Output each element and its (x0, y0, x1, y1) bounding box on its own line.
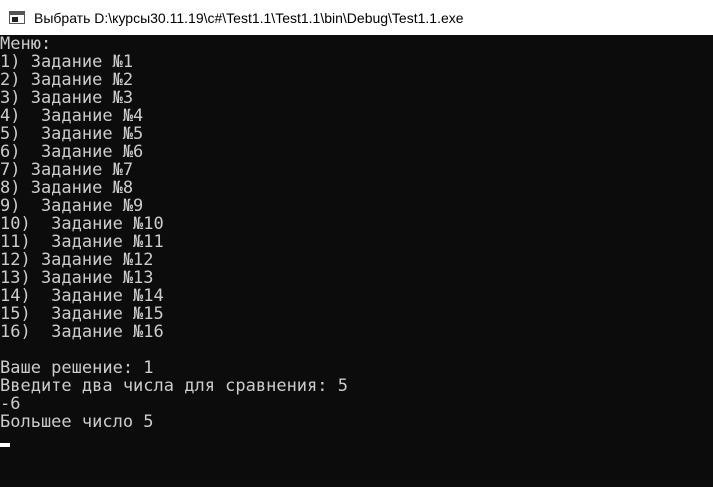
console-app-icon (9, 11, 25, 24)
console-line: 7) Задание №7 (0, 160, 134, 180)
console-line: 12) Задание №12 (0, 250, 154, 270)
console-line: 16) Задание №16 (0, 322, 164, 342)
console-line: Меню: (0, 35, 52, 54)
text-cursor (0, 443, 10, 447)
console-line: 10) Задание №10 (0, 214, 164, 234)
console-line: Введите два числа для сравнения: 5 (0, 376, 348, 396)
console-line: Большее число 5 (0, 412, 154, 432)
title-bar[interactable]: Выбрать D:\курсы30.11.19\с#\Test1.1\Test… (0, 0, 713, 35)
console-line: 2) Задание №2 (0, 70, 134, 90)
console-line: 5) Задание №5 (0, 124, 144, 144)
window-title: Выбрать D:\курсы30.11.19\с#\Test1.1\Test… (34, 9, 464, 26)
console-line: -6 (0, 394, 21, 414)
console-line: 9) Задание №9 (0, 196, 144, 216)
console-line: 11) Задание №11 (0, 232, 164, 252)
console-line: 6) Задание №6 (0, 142, 144, 162)
console-line: 14) Задание №14 (0, 286, 164, 306)
console-line: 3) Задание №3 (0, 88, 134, 108)
console-line: 13) Задание №13 (0, 268, 154, 288)
console-line: 8) Задание №8 (0, 178, 134, 198)
console-line: 1) Задание №1 (0, 52, 134, 72)
console-line: 15) Задание №15 (0, 304, 164, 324)
console-output[interactable]: Меню: 1) Задание №1 2) Задание №2 3) Зад… (0, 35, 713, 487)
console-line: 4) Задание №4 (0, 106, 144, 126)
console-line: Ваше решение: 1 (0, 358, 154, 378)
console-window: Выбрать D:\курсы30.11.19\с#\Test1.1\Test… (0, 0, 713, 487)
